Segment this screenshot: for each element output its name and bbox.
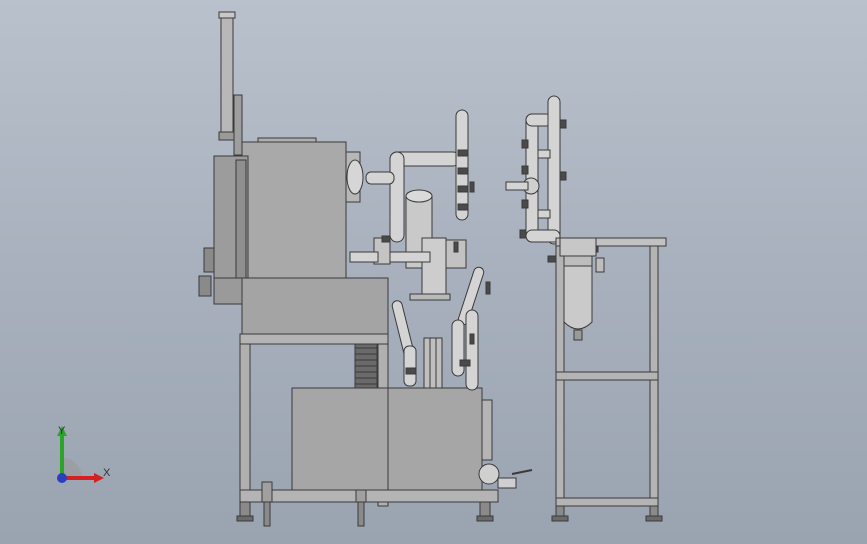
radiator-fins — [354, 341, 378, 393]
axis-triad: Y X — [57, 425, 111, 483]
main-housing — [198, 137, 389, 335]
right-piping — [505, 95, 561, 245]
y-axis-label: Y — [58, 425, 66, 437]
exhaust-stack — [218, 11, 243, 156]
cartridge-filter — [559, 237, 605, 341]
z-axis-dot-icon — [57, 473, 67, 483]
assembly-model[interactable] — [0, 0, 867, 544]
lower-tank — [291, 387, 533, 491]
x-axis-label: X — [103, 467, 111, 479]
cad-viewport[interactable]: Y X — [0, 0, 867, 544]
